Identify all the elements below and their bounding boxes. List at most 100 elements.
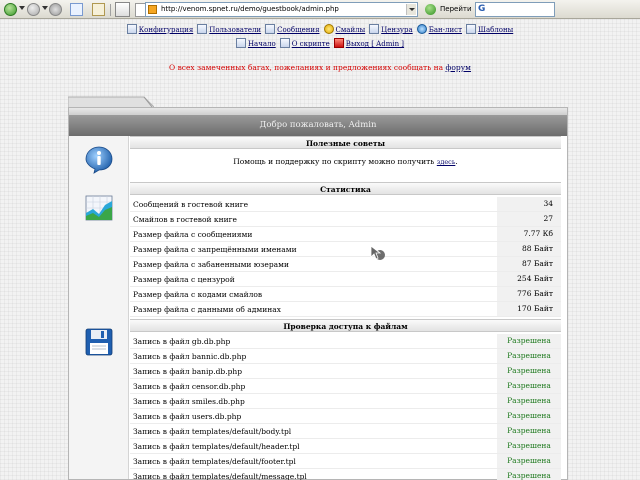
nav-item-messages[interactable]: Сообщения — [265, 24, 320, 34]
access-row-value: Разрешена — [497, 469, 561, 480]
access-row: Запись в файл bannic.db.php Разрешена — [130, 349, 561, 364]
access-row-value: Разрешена — [497, 394, 561, 408]
stop-icon[interactable] — [49, 3, 62, 16]
access-row: Запись в файл templates/default/header.t… — [130, 439, 561, 454]
stats-row-value: 34 — [497, 197, 561, 211]
help-text: Помощь и поддержку по скрипту можно полу… — [130, 157, 561, 166]
nav-item-config[interactable]: Конфигурация — [126, 24, 193, 34]
statistics-chart-icon — [85, 195, 113, 221]
stats-row: Размер файла с сообщениями 7.77 Кб — [130, 227, 561, 242]
forward-dropdown-icon[interactable] — [42, 6, 48, 10]
access-row-label: Запись в файл banip.db.php — [133, 367, 243, 376]
nav-item-home[interactable]: Начало — [235, 38, 276, 48]
info-icon — [85, 146, 113, 174]
help-text-end: . — [455, 157, 458, 166]
nav-link[interactable]: Сообщения — [277, 26, 319, 34]
access-row-label: Запись в файл users.db.php — [133, 412, 242, 421]
back-dropdown-icon[interactable] — [19, 6, 25, 10]
stats-title: Статистика — [130, 182, 561, 195]
stats-row: Сообщений в гостевой книге 34 — [130, 197, 561, 212]
section-icons-column — [69, 136, 129, 479]
stats-row: Размер файла с кодами смайлов 776 Байт — [130, 287, 561, 302]
access-row-label: Запись в файл bannic.db.php — [133, 352, 247, 361]
banlist-icon — [416, 24, 427, 34]
address-bar[interactable]: http://venom.spnet.ru/demo/guestbook/adm… — [145, 2, 418, 17]
go-label: Перейти — [440, 5, 472, 13]
search-input[interactable]: G — [475, 2, 555, 17]
config-icon — [126, 24, 137, 34]
nav-item-smiles[interactable]: Смайлы — [323, 24, 366, 34]
stats-row-label: Размер файла с кодами смайлов — [133, 290, 263, 299]
access-row-value: Разрешена — [497, 349, 561, 363]
access-row-label: Запись в файл censor.db.php — [133, 382, 246, 391]
forward-icon[interactable] — [27, 3, 40, 16]
access-row-value: Разрешена — [497, 424, 561, 438]
access-row-label: Запись в файл templates/default/footer.t… — [133, 457, 296, 466]
panel-content: Полезные советы Помощь и поддержку по ск… — [130, 136, 561, 480]
nav-link[interactable]: Смайлы — [336, 26, 366, 34]
stats-row: Размер файла с забаненными юзерами 87 Бай… — [130, 257, 561, 272]
back-icon[interactable] — [4, 3, 17, 16]
stats-row-value: 170 Байт — [497, 302, 561, 316]
smiles-icon — [323, 24, 334, 34]
stats-row-label: Размер файла с данными об админах — [133, 305, 281, 314]
forum-link[interactable]: форум — [446, 63, 471, 72]
access-row-value: Разрешена — [497, 409, 561, 423]
home-icon — [235, 38, 246, 48]
go-button[interactable]: Перейти — [425, 3, 472, 16]
nav-item-censor[interactable]: Цензура — [369, 24, 413, 34]
nav-link[interactable]: Выход [ Admin ] — [346, 40, 404, 48]
address-dropdown-icon[interactable] — [406, 4, 416, 15]
access-row-value: Разрешена — [497, 379, 561, 393]
save-floppy-icon — [85, 328, 113, 356]
nav-link[interactable]: Цензура — [381, 26, 413, 34]
help-here-link[interactable]: здесь — [437, 158, 456, 166]
nav-link[interactable]: О скрипте — [292, 40, 330, 48]
access-row-label: Запись в файл templates/default/header.t… — [133, 442, 300, 451]
panel-top-strip — [69, 108, 567, 115]
nav-item-users[interactable]: Пользователи — [197, 24, 261, 34]
access-row-label: Запись в файл gb.db.php — [133, 337, 231, 346]
stats-row: Размер файла с запрещёнными именами 88 Ба… — [130, 242, 561, 257]
nav-item-logout[interactable]: Выход [ Admin ] — [333, 38, 404, 48]
stats-row-value: 88 Байт — [497, 242, 561, 256]
nav-item-templates[interactable]: Шаблоны — [465, 24, 513, 34]
reload-icon[interactable] — [70, 3, 83, 16]
search-engine-icon[interactable]: G — [478, 4, 488, 15]
users-icon — [197, 24, 208, 34]
app-icon[interactable] — [115, 2, 130, 17]
help-text-body: Помощь и поддержку по скрипту можно полу… — [233, 157, 437, 166]
welcome-header: Добро пожаловать, Admin — [69, 115, 567, 136]
address-text[interactable]: http://venom.spnet.ru/demo/guestbook/adm… — [161, 5, 339, 13]
censor-icon — [369, 24, 380, 34]
nav-link[interactable]: Начало — [248, 40, 276, 48]
stats-row: Размер файла с цензурой 254 Байт — [130, 272, 561, 287]
access-row-value: Разрешена — [497, 439, 561, 453]
access-title: Проверка доступа к файлам — [130, 319, 561, 332]
about-icon — [279, 38, 290, 48]
nav-item-about[interactable]: О скрипте — [279, 38, 330, 48]
stats-row-value: 776 Байт — [497, 287, 561, 301]
site-favicon-icon — [148, 5, 157, 14]
nav-link[interactable]: Конфигурация — [139, 26, 193, 34]
bug-report-notice: О всех замеченных багах, пожеланиях и пр… — [0, 63, 640, 72]
mouse-cursor-icon — [370, 245, 385, 260]
stats-row-label: Размер файла с сообщениями — [133, 230, 253, 239]
messages-icon — [265, 24, 276, 34]
access-row-label: Запись в файл smiles.db.php — [133, 397, 245, 406]
access-row: Запись в файл templates/default/body.tpl… — [130, 424, 561, 439]
home-page-icon[interactable] — [92, 3, 105, 16]
nav-item-banlist[interactable]: Бан-лист — [416, 24, 462, 34]
access-row-value: Разрешена — [497, 454, 561, 468]
access-row-value: Разрешена — [497, 364, 561, 378]
nav-link[interactable]: Бан-лист — [429, 26, 462, 34]
access-row-label: Запись в файл templates/default/body.tpl — [133, 427, 292, 436]
access-row: Запись в файл smiles.db.php Разрешена — [130, 394, 561, 409]
access-row-label: Запись в файл templates/default/message.… — [133, 472, 307, 480]
nav-link[interactable]: Шаблоны — [478, 26, 513, 34]
nav-link[interactable]: Пользователи — [209, 26, 261, 34]
browser-toolbar: http://venom.spnet.ru/demo/guestbook/adm… — [0, 0, 640, 19]
stats-row-value: 7.77 Кб — [497, 227, 561, 241]
access-row: Запись в файл users.db.php Разрешена — [130, 409, 561, 424]
stats-row: Размер файла с данными об админах 170 Бай… — [130, 302, 561, 317]
